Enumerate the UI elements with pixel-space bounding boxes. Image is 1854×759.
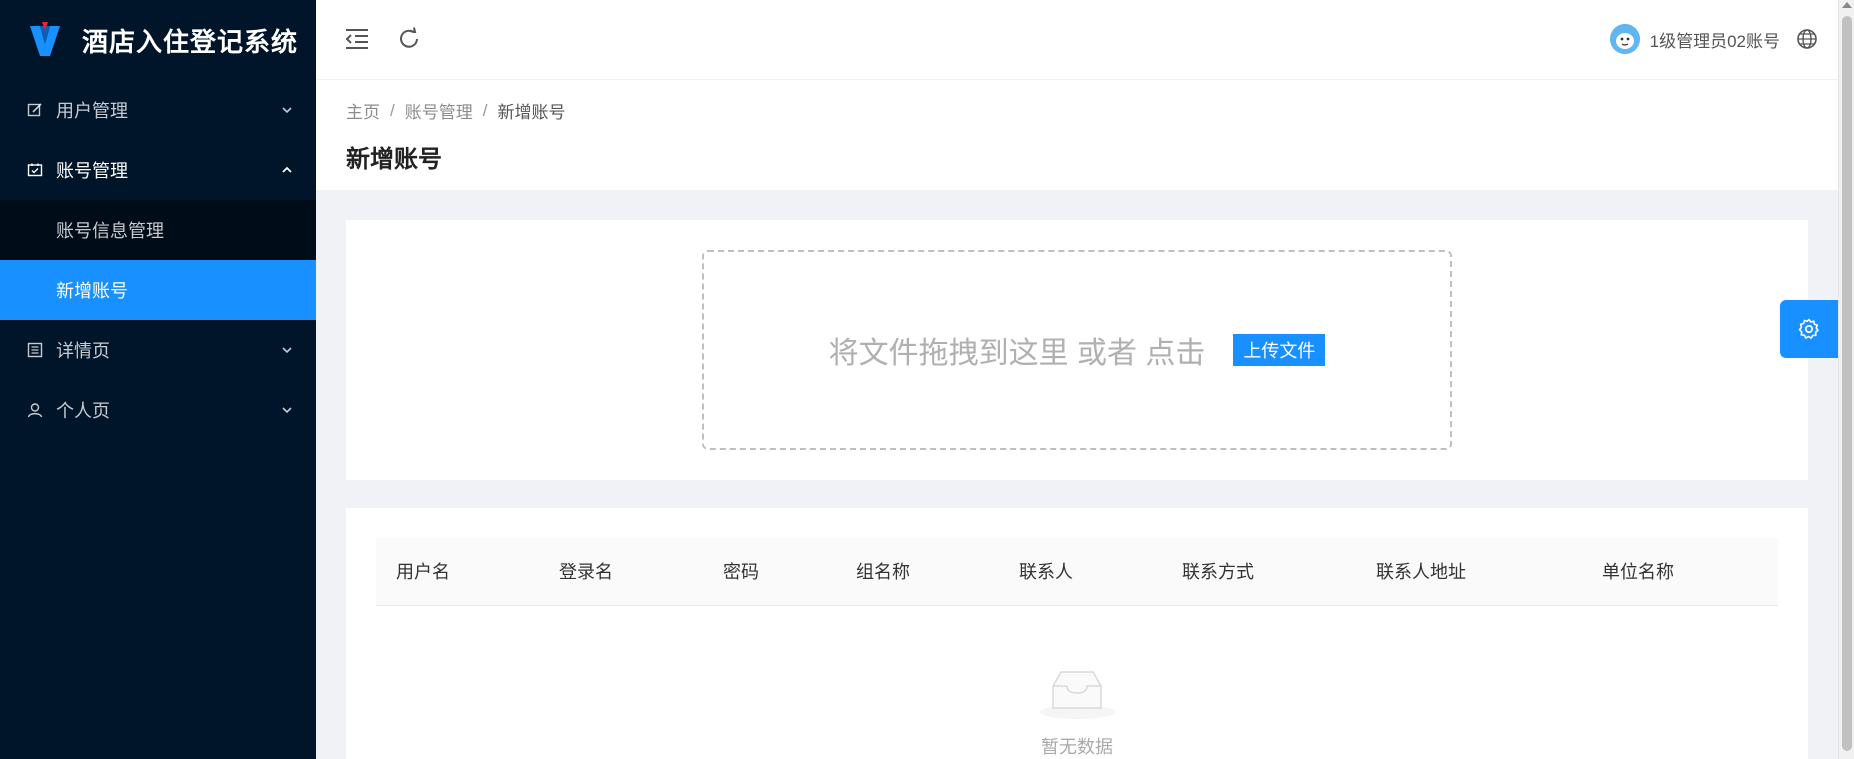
chevron-up-icon	[282, 166, 292, 173]
column-header-username: 用户名	[396, 562, 450, 582]
user-name: 1级管理员02账号	[1649, 31, 1780, 51]
menu-fold-icon[interactable]	[344, 26, 370, 52]
top-header: 1级管理员02账号	[316, 0, 1838, 80]
profile-icon	[26, 341, 44, 359]
scrollbar-thumb[interactable]	[1842, 16, 1852, 751]
breadcrumb: 主页 / 账号管理 / 新增账号	[346, 98, 1838, 123]
user-menu[interactable]: 1级管理员02账号	[1609, 24, 1780, 54]
upload-hint: 将文件拖拽到这里 或者 点击	[828, 337, 1206, 370]
sidebar-item-label: 账号管理	[56, 161, 128, 181]
calendar-check-icon	[26, 161, 44, 179]
globe-icon[interactable]	[1796, 28, 1818, 50]
submenu-account-management: 账号信息管理 新增账号	[0, 200, 316, 320]
column-header-contact-method: 联系方式	[1182, 562, 1254, 582]
page-scrollbar[interactable]	[1838, 0, 1854, 759]
column-header-unit-name: 单位名称	[1602, 562, 1674, 582]
upload-dropzone[interactable]: 将文件拖拽到这里 或者 点击 上传文件	[702, 250, 1452, 450]
sidebar: 酒店入住登记系统 用户管理 账号管理 账号信息管理 新增账号 详情页 个人页	[0, 0, 316, 759]
settings-drawer-button[interactable]	[1780, 300, 1838, 358]
column-header-contact: 联系人	[1019, 562, 1073, 582]
breadcrumb-separator: /	[482, 100, 488, 120]
sidebar-item-label: 账号信息管理	[56, 221, 164, 241]
app-title: 酒店入住登记系统	[82, 26, 299, 57]
upload-file-button[interactable]: 上传文件	[1233, 334, 1326, 366]
account-table-card: 用户名 登录名 密码 组名称 联系人 联系方式 联系人地址 单位名称 暂无数据	[346, 508, 1808, 759]
breadcrumb-current: 新增账号	[497, 103, 566, 122]
avatar	[1609, 24, 1640, 54]
column-header-group-name: 组名称	[856, 562, 910, 582]
sidebar-subitem-new-account[interactable]: 新增账号	[0, 260, 316, 320]
sidebar-item-user-management[interactable]: 用户管理	[0, 80, 316, 140]
column-header-password: 密码	[723, 562, 759, 582]
sidebar-item-account-management[interactable]: 账号管理	[0, 140, 316, 200]
sidebar-item-label: 个人页	[56, 401, 110, 421]
chevron-down-icon	[282, 347, 292, 354]
scroll-up-arrow-icon[interactable]	[1842, 2, 1852, 8]
page-title: 新增账号	[346, 146, 442, 173]
edit-icon	[26, 101, 44, 119]
sidebar-item-label: 详情页	[56, 341, 110, 361]
empty-text: 暂无数据	[1041, 737, 1113, 757]
empty-inbox-icon	[1039, 671, 1115, 719]
chevron-down-icon	[282, 107, 292, 114]
sidebar-item-personal[interactable]: 个人页	[0, 380, 316, 440]
table-header: 用户名 登录名 密码 组名称 联系人 联系方式 联系人地址 单位名称	[376, 538, 1778, 606]
sidebar-item-label: 用户管理	[56, 101, 128, 121]
user-icon	[26, 401, 44, 419]
upload-card: 将文件拖拽到这里 或者 点击 上传文件	[346, 220, 1808, 480]
logo-icon	[30, 22, 60, 56]
gear-icon	[1798, 318, 1819, 339]
sidebar-subitem-account-info[interactable]: 账号信息管理	[0, 200, 316, 260]
page-header: 主页 / 账号管理 / 新增账号 新增账号	[316, 80, 1838, 190]
sidebar-item-label: 新增账号	[56, 281, 128, 301]
reload-icon[interactable]	[396, 26, 422, 52]
sidebar-item-details[interactable]: 详情页	[0, 320, 316, 380]
breadcrumb-account-management[interactable]: 账号管理	[405, 98, 473, 123]
column-header-contact-address: 联系人地址	[1376, 562, 1466, 582]
logo[interactable]: 酒店入住登记系统	[0, 0, 316, 80]
chevron-down-icon	[282, 407, 292, 414]
column-header-login-name: 登录名	[559, 562, 613, 582]
breadcrumb-home[interactable]: 主页	[346, 98, 380, 123]
breadcrumb-separator: /	[390, 100, 395, 120]
table-empty-state: 暂无数据	[346, 666, 1808, 759]
